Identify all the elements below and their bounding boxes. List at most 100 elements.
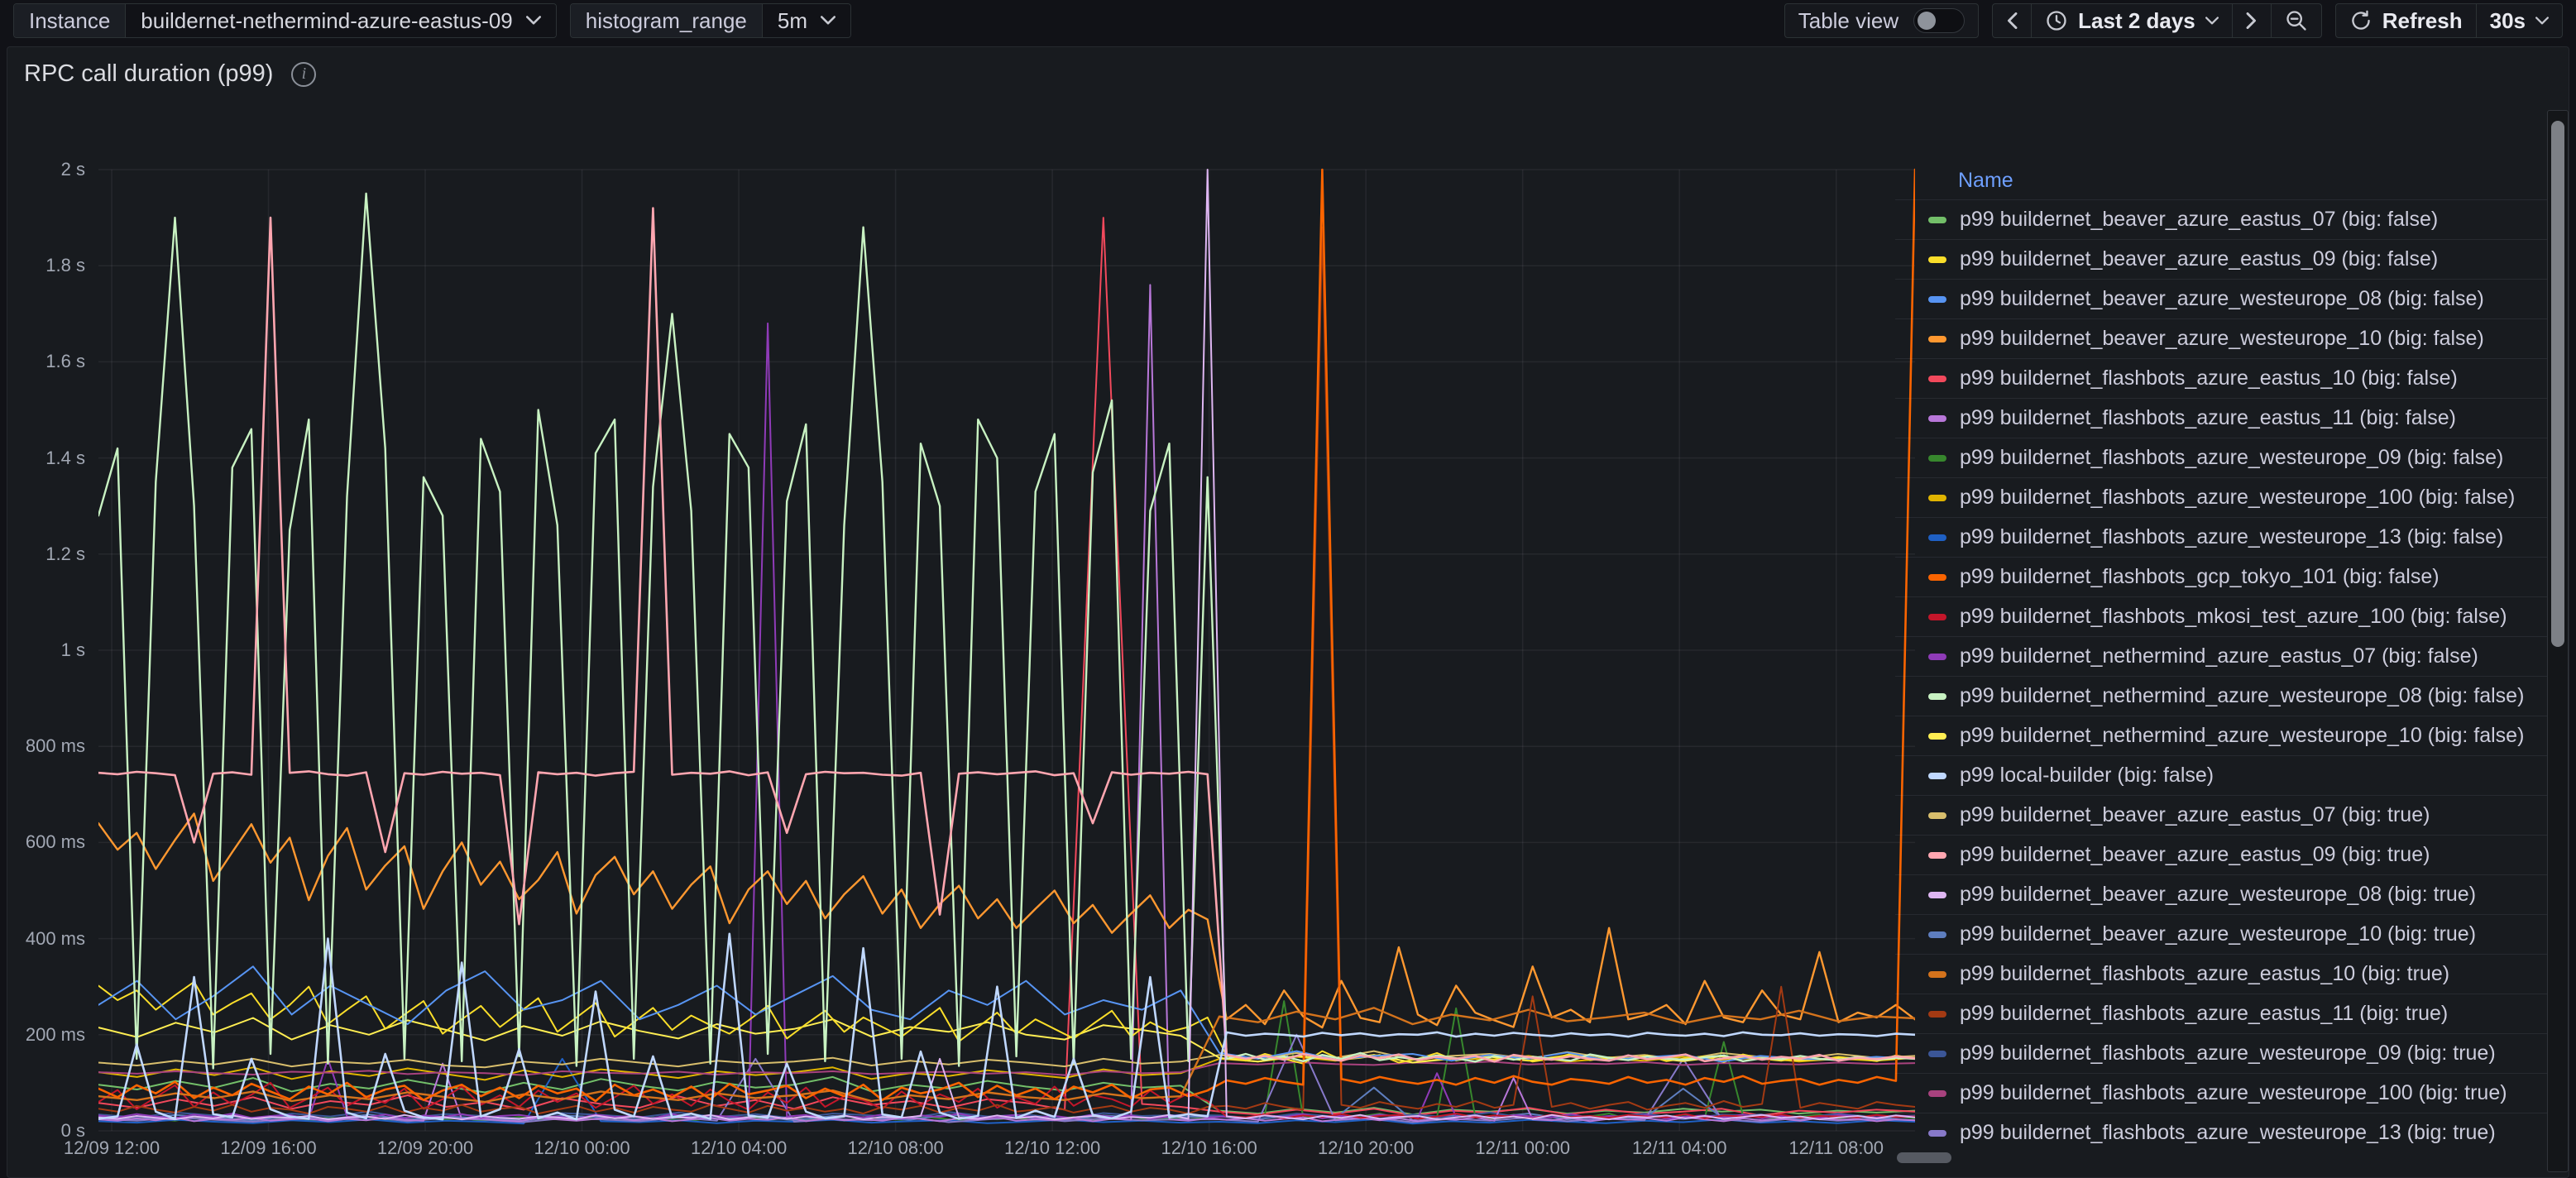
- refresh-button[interactable]: Refresh: [2336, 4, 2477, 37]
- legend-swatch-icon: [1928, 1090, 1946, 1097]
- legend-item[interactable]: p99 buildernet_nethermind_azure_eastus_0…: [1895, 636, 2547, 676]
- legend-item[interactable]: p99 buildernet_flashbots_gcp_tokyo_101 (…: [1895, 557, 2547, 596]
- instance-select[interactable]: buildernet-nethermind-azure-eastus-09: [126, 4, 555, 37]
- legend-swatch-icon: [1928, 812, 1946, 819]
- chevron-down-icon: [2535, 17, 2549, 26]
- legend-item[interactable]: p99 buildernet_flashbots_azure_westeurop…: [1895, 1113, 2547, 1152]
- instance-label: Instance: [14, 4, 126, 37]
- legend-label: p99 buildernet_beaver_azure_eastus_09 (b…: [1960, 843, 2430, 867]
- legend-item[interactable]: p99 buildernet_beaver_azure_westeurope_0…: [1895, 874, 2547, 914]
- legend-item[interactable]: p99 buildernet_beaver_azure_eastus_09 (b…: [1895, 239, 2547, 279]
- scrollbar-thumb[interactable]: [2551, 121, 2564, 647]
- legend-swatch-icon: [1928, 1051, 1946, 1057]
- legend-swatch-icon: [1928, 773, 1946, 779]
- legend-swatch-icon: [1928, 852, 1946, 859]
- legend-swatch-icon: [1928, 376, 1946, 382]
- info-icon[interactable]: i: [291, 62, 316, 87]
- legend-swatch-icon: [1928, 1130, 1946, 1137]
- legend-item[interactable]: p99 buildernet_beaver_azure_westeurope_0…: [1895, 279, 2547, 318]
- legend-swatch-icon: [1928, 217, 1946, 223]
- legend-item[interactable]: p99 buildernet_flashbots_azure_westeurop…: [1895, 517, 2547, 557]
- table-view-segment: Table view: [1785, 4, 1978, 37]
- legend-item[interactable]: p99 buildernet_beaver_azure_eastus_09 (b…: [1895, 835, 2547, 874]
- table-view-toggle[interactable]: [1913, 8, 1965, 33]
- x-axis-tick-label: 12/10 20:00: [1295, 1137, 1436, 1159]
- histogram-range-select[interactable]: 5m: [763, 4, 850, 37]
- y-axis-tick-label: 400 ms: [7, 928, 85, 950]
- x-axis-tick-label: 12/11 04:00: [1609, 1137, 1750, 1159]
- time-shift-forward-button[interactable]: [2233, 4, 2272, 37]
- legend-vertical-scrollbar[interactable]: [2547, 110, 2569, 1172]
- panel-title: RPC call duration (p99): [24, 60, 273, 88]
- legend-item[interactable]: p99 buildernet_flashbots_azure_westeurop…: [1895, 438, 2547, 477]
- series-line: [98, 170, 1915, 1101]
- time-shift-back-button[interactable]: [1993, 4, 2032, 37]
- legend-item[interactable]: p99 buildernet_flashbots_azure_eastus_10…: [1895, 954, 2547, 994]
- table-view-label: Table view: [1798, 8, 1898, 34]
- legend-item[interactable]: p99 buildernet_flashbots_mkosi_test_azur…: [1895, 596, 2547, 636]
- x-axis-tick-label: 12/10 00:00: [512, 1137, 653, 1159]
- legend-label: p99 buildernet_flashbots_azure_westeurop…: [1960, 486, 2515, 510]
- legend-table: Name p99 buildernet_beaver_azure_eastus_…: [1895, 161, 2547, 1172]
- series-line: [98, 218, 1915, 1115]
- histogram-range-label: histogram_range: [571, 4, 763, 37]
- y-axis-tick-label: 200 ms: [7, 1024, 85, 1046]
- legend-item[interactable]: p99 buildernet_flashbots_azure_westeurop…: [1895, 1073, 2547, 1113]
- legend-item[interactable]: p99 buildernet_beaver_azure_eastus_07 (b…: [1895, 795, 2547, 835]
- chevron-right-icon: [2246, 12, 2258, 29]
- legend-swatch-icon: [1928, 931, 1946, 938]
- y-axis-tick-label: 1.6 s: [7, 351, 85, 372]
- zoom-out-icon: [2285, 9, 2308, 32]
- refresh-label: Refresh: [2382, 8, 2463, 34]
- legend-swatch-icon: [1928, 495, 1946, 501]
- x-axis-tick-label: 12/09 20:00: [355, 1137, 496, 1159]
- legend-label: p99 buildernet_flashbots_azure_westeurop…: [1960, 525, 2503, 549]
- time-series-chart[interactable]: [98, 161, 1915, 1142]
- legend-label: p99 buildernet_flashbots_gcp_tokyo_101 (…: [1960, 565, 2440, 589]
- x-axis-tick-label: 12/10 08:00: [826, 1137, 966, 1159]
- legend-swatch-icon: [1928, 733, 1946, 740]
- chevron-left-icon: [2006, 12, 2018, 29]
- legend-label: p99 buildernet_beaver_azure_westeurope_1…: [1960, 922, 2476, 946]
- panel-header[interactable]: RPC call duration (p99) i: [24, 60, 316, 88]
- legend-swatch-icon: [1928, 892, 1946, 898]
- legend-label: p99 local-builder (big: false): [1960, 764, 2214, 788]
- y-axis-tick-label: 600 ms: [7, 831, 85, 853]
- toggle-knob: [1918, 12, 1936, 30]
- legend-item[interactable]: p99 buildernet_flashbots_azure_westeurop…: [1895, 477, 2547, 517]
- histogram-range-value: 5m: [778, 8, 807, 34]
- legend-item[interactable]: p99 buildernet_beaver_azure_eastus_07 (b…: [1895, 199, 2547, 239]
- legend-item[interactable]: p99 buildernet_flashbots_azure_eastus_11…: [1895, 994, 2547, 1033]
- legend-item[interactable]: p99 buildernet_flashbots_azure_eastus_10…: [1895, 358, 2547, 398]
- chevron-down-icon: [821, 16, 836, 26]
- legend-label: p99 buildernet_flashbots_azure_eastus_11…: [1960, 406, 2456, 430]
- legend-header-name[interactable]: Name: [1895, 161, 2547, 199]
- rpc-call-duration-panel: RPC call duration (p99) i 0 s200 ms400 m…: [7, 46, 2569, 1178]
- legend-item[interactable]: p99 buildernet_nethermind_azure_westeuro…: [1895, 676, 2547, 716]
- legend-item[interactable]: p99 buildernet_beaver_azure_westeurope_1…: [1895, 318, 2547, 358]
- legend-swatch-icon: [1928, 614, 1946, 620]
- legend-item[interactable]: p99 buildernet_flashbots_azure_westeurop…: [1895, 1033, 2547, 1073]
- legend-label: p99 buildernet_flashbots_azure_eastus_11…: [1960, 1002, 2448, 1026]
- refresh-interval-value: 30s: [2490, 8, 2526, 34]
- legend-swatch-icon: [1928, 971, 1946, 978]
- series-line: [98, 194, 1915, 1069]
- legend-horizontal-scrollbar-thumb[interactable]: [1897, 1152, 1951, 1163]
- refresh-interval-select[interactable]: 30s: [2477, 4, 2562, 37]
- legend-swatch-icon: [1928, 336, 1946, 342]
- series-line: [98, 814, 1915, 1028]
- x-axis-tick-label: 12/09 12:00: [41, 1137, 182, 1159]
- time-picker-group: Last 2 days: [1992, 3, 2322, 38]
- legend-item[interactable]: p99 buildernet_beaver_azure_westeurope_1…: [1895, 914, 2547, 954]
- zoom-out-button[interactable]: [2272, 4, 2321, 37]
- legend-label: p99 buildernet_flashbots_azure_westeurop…: [1960, 1121, 2496, 1145]
- series-line: [98, 208, 1915, 1062]
- legend-item[interactable]: p99 buildernet_flashbots_azure_eastus_11…: [1895, 398, 2547, 438]
- legend-swatch-icon: [1928, 654, 1946, 660]
- legend-swatch-icon: [1928, 415, 1946, 422]
- legend-item[interactable]: p99 buildernet_nethermind_azure_westeuro…: [1895, 716, 2547, 755]
- dashboard-toolbar: Instance buildernet-nethermind-azure-eas…: [0, 0, 2576, 41]
- time-range-picker[interactable]: Last 2 days: [2032, 4, 2233, 37]
- chevron-down-icon: [2205, 17, 2219, 26]
- legend-item[interactable]: p99 local-builder (big: false): [1895, 755, 2547, 795]
